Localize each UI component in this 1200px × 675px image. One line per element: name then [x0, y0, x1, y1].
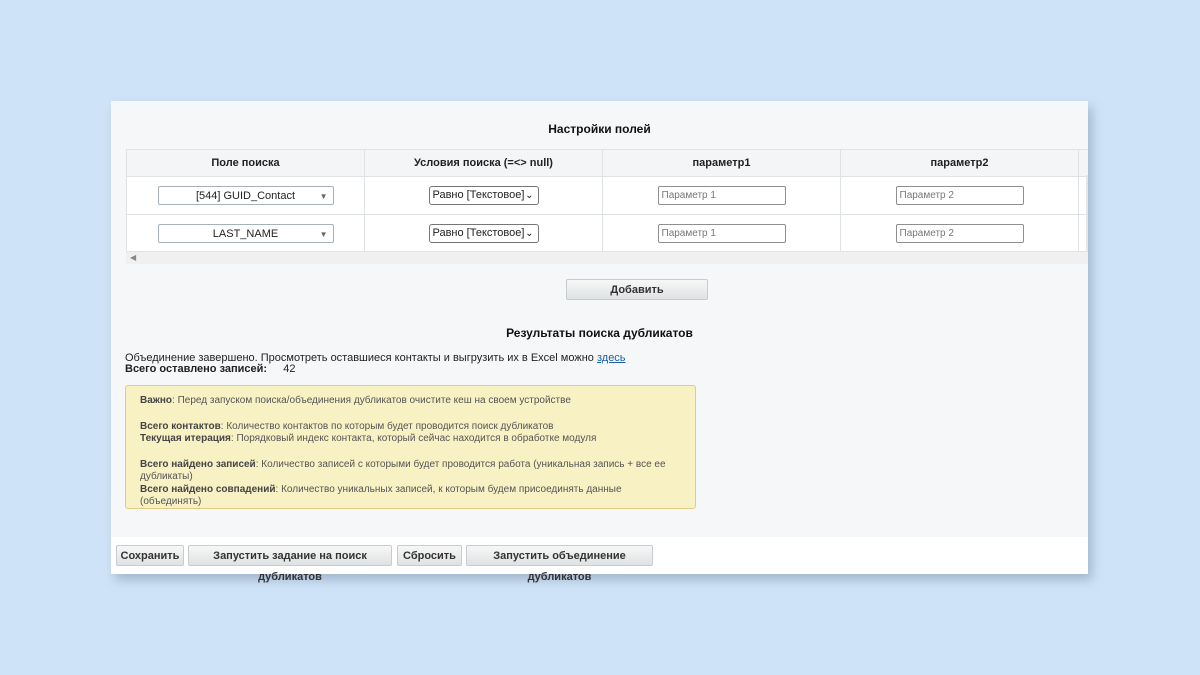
notice-text: : Количество контактов по которым будет …	[220, 420, 554, 432]
table-row: LAST_NAME ▼ Равно [Текстовое] ⌄	[126, 214, 1088, 253]
caret-down-icon: ▼	[319, 192, 328, 201]
column-header-extra	[1078, 149, 1088, 177]
results-link[interactable]: здесь	[597, 352, 626, 364]
duplicate-search-panel: Настройки полей Поле поиска Условия поис…	[111, 101, 1088, 583]
search-field-value: LAST_NAME	[212, 228, 279, 240]
condition-select[interactable]: Равно [Текстовое] ⌄	[428, 186, 539, 205]
notice-text: : Порядковый индекс контакта, который се…	[230, 433, 597, 444]
chevron-down-icon: ⌄	[525, 190, 534, 201]
notice-line: Всего найдено совпадений: Количество уни…	[140, 484, 681, 509]
notice-label: Всего найдено совпадений	[140, 483, 276, 495]
results-total: Всего оставлено записей: 42	[125, 363, 295, 375]
notice-line: Всего найдено записей: Количество записе…	[140, 459, 681, 484]
param2-input[interactable]	[895, 224, 1024, 243]
notice-label: Всего найдено записей	[140, 458, 256, 470]
vertical-scrollbar[interactable]	[1086, 175, 1088, 251]
search-field-combo[interactable]: LAST_NAME ▼	[157, 224, 334, 243]
run-merge-button[interactable]: Запустить объединение дубликатов	[466, 545, 653, 583]
search-field-value: [544] GUID_Contact	[195, 190, 296, 202]
total-value: 42	[283, 363, 296, 375]
fields-grid: Поле поиска Условия поиска (=<> null) па…	[126, 149, 1088, 264]
param1-input[interactable]	[657, 224, 786, 243]
notice-label: Всего контактов	[140, 420, 221, 432]
param1-input[interactable]	[657, 186, 786, 205]
column-header-param1: параметр1	[602, 149, 841, 177]
reset-button[interactable]: Сбросить	[397, 545, 462, 566]
add-button[interactable]: Добавить	[566, 279, 708, 300]
column-header-search-field: Поле поиска	[126, 149, 365, 177]
notice-line: Текущая итерация: Порядковый индекс конт…	[140, 433, 681, 446]
field-cell: [544] GUID_Contact ▼	[126, 176, 365, 215]
condition-select[interactable]: Равно [Текстовое] ⌄	[428, 224, 539, 243]
table-row: [544] GUID_Contact ▼ Равно [Текстовое] ⌄	[126, 176, 1088, 215]
notice-text: : Перед запуском поиска/объединения дубл…	[172, 395, 571, 406]
condition-value: Равно [Текстовое]	[432, 189, 525, 201]
column-header-search-condition: Условия поиска (=<> null)	[364, 149, 603, 177]
search-field-combo[interactable]: [544] GUID_Contact ▼	[157, 186, 334, 205]
fields-table: Поле поиска Условия поиска (=<> null) па…	[126, 149, 1088, 253]
notice-label: Текущая итерация	[140, 433, 231, 444]
param2-input[interactable]	[895, 186, 1024, 205]
info-notice: Важно: Перед запуском поиска/объединения…	[125, 385, 696, 509]
run-search-button[interactable]: Запустить задание на поиск дубликатов	[188, 545, 392, 583]
scroll-left-icon[interactable]: ◀	[130, 252, 136, 264]
param2-cell	[840, 176, 1079, 215]
condition-cell: Равно [Текстовое] ⌄	[364, 214, 603, 253]
condition-cell: Равно [Текстовое] ⌄	[364, 176, 603, 215]
notice-line: Всего контактов: Количество контактов по…	[140, 421, 681, 434]
save-button[interactable]: Сохранить	[116, 545, 184, 566]
notice-line: Важно: Перед запуском поиска/объединения…	[140, 395, 681, 408]
results-title: Результаты поиска дубликатов	[506, 326, 693, 340]
settings-title: Настройки полей	[548, 122, 651, 136]
caret-down-icon: ▼	[319, 230, 328, 239]
footer-toolbar: Сохранить Запустить задание на поиск дуб…	[111, 537, 1088, 583]
notice-label: Важно	[140, 395, 173, 406]
chevron-down-icon: ⌄	[525, 228, 534, 239]
condition-value: Равно [Текстовое]	[432, 227, 525, 239]
column-header-param2: параметр2	[840, 149, 1079, 177]
param1-cell	[602, 176, 841, 215]
param1-cell	[602, 214, 841, 253]
total-label: Всего оставлено записей:	[125, 363, 268, 375]
table-header-row: Поле поиска Условия поиска (=<> null) па…	[126, 149, 1088, 177]
horizontal-scrollbar[interactable]: ◀	[126, 251, 1088, 264]
field-cell: LAST_NAME ▼	[126, 214, 365, 253]
param2-cell	[840, 214, 1079, 253]
